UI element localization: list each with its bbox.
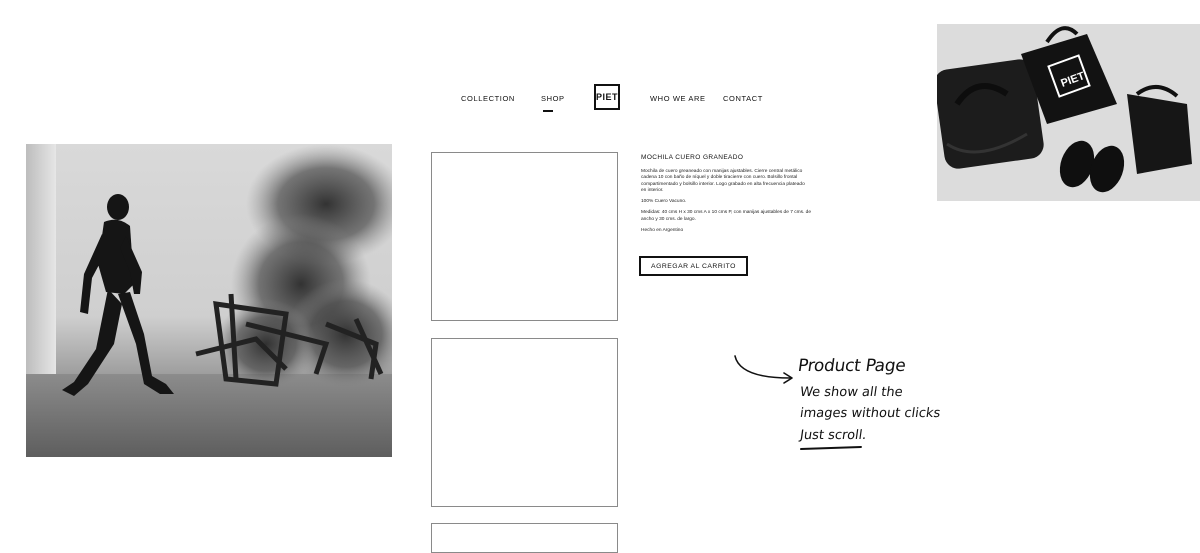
product-flatlay-photo: PIET — [937, 24, 1200, 201]
product-measures: Medidas: 40 cms H x 30 cms A x 10 cms P,… — [641, 210, 812, 222]
annotation-line-1: Product Page — [796, 356, 907, 376]
annotation-line-4: Just scroll. — [798, 428, 868, 443]
add-to-cart-button[interactable]: AGREGAR AL CARRITO — [639, 256, 748, 276]
product-image-3[interactable] — [431, 523, 618, 553]
nav-shop[interactable]: SHOP — [541, 94, 565, 112]
annotation-arrow-icon — [734, 355, 793, 384]
annotation-underline — [799, 445, 863, 451]
photo-scene — [62, 144, 392, 396]
product-image-2[interactable] — [431, 338, 618, 507]
product-info: MOCHILA CUERO GRANEADO Mochila de cuero … — [641, 154, 811, 239]
annotation-line-3: images without clicks — [798, 406, 942, 421]
flatlay-scene: PIET — [937, 26, 1192, 193]
product-image-1[interactable] — [431, 152, 618, 321]
lifestyle-photo-walking-man — [26, 144, 392, 457]
annotation-line-2: We show all the — [798, 385, 904, 400]
product-origin: Hecho en Argentino — [641, 228, 684, 234]
product-description: Mochila de cuero greaneado con manijas a… — [641, 169, 805, 193]
product-material: 100% Cuero Vacuno. — [641, 199, 687, 205]
nav-collection[interactable]: COLLECTION — [461, 94, 515, 103]
piet-logo[interactable]: PIET — [594, 84, 620, 110]
nav-contact[interactable]: CONTACT — [723, 94, 763, 103]
nav-who-we-are[interactable]: WHO WE ARE — [650, 94, 706, 103]
product-title: MOCHILA CUERO GRANEADO — [641, 154, 744, 161]
